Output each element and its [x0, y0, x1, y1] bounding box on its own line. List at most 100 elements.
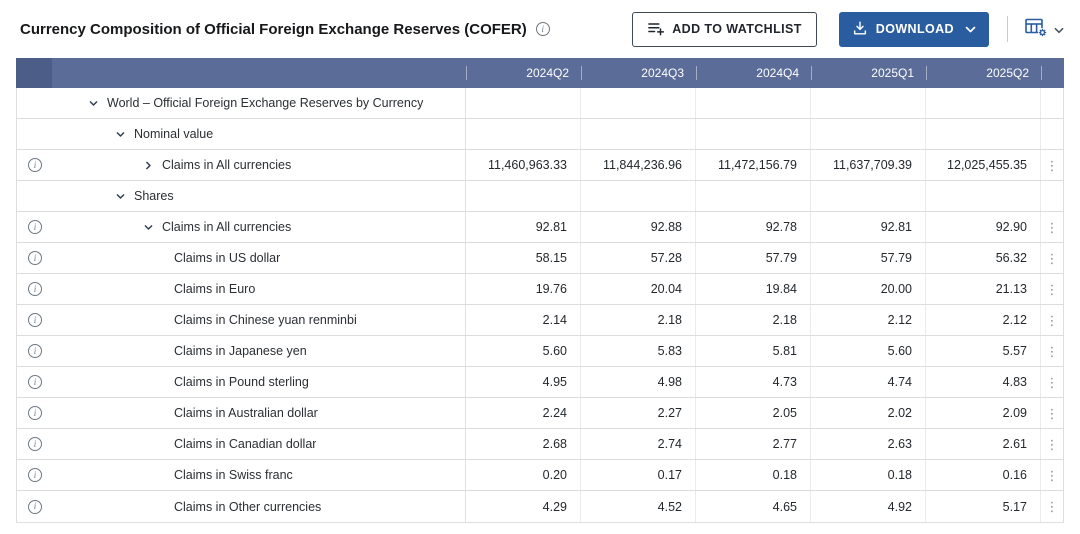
table-row: Claims in Pound sterling 4.954.984.734.7…: [17, 367, 1063, 398]
expander-chevron-icon[interactable]: [142, 160, 154, 171]
row-label: Claims in US dollar: [174, 251, 280, 265]
row-info-cell: [17, 305, 53, 335]
download-button[interactable]: DOWNLOAD: [839, 12, 989, 47]
value-cell: 5.57: [926, 336, 1041, 366]
info-icon[interactable]: [28, 251, 42, 265]
value-cell: 0.17: [581, 460, 696, 490]
cofer-page: Currency Composition of Official Foreign…: [0, 0, 1080, 523]
cofer-table: 2024Q22024Q32024Q42025Q12025Q2 World – O…: [16, 58, 1064, 523]
value-cell: 2.63: [811, 429, 926, 459]
value-cell: 11,637,709.39: [811, 150, 926, 180]
header-info-column: [16, 58, 52, 88]
kebab-menu-icon[interactable]: [1044, 159, 1061, 172]
info-icon[interactable]: [28, 282, 42, 296]
kebab-menu-icon[interactable]: [1044, 407, 1061, 420]
info-icon[interactable]: [28, 406, 42, 420]
add-to-watchlist-button[interactable]: ADD TO WATCHLIST: [632, 12, 817, 47]
row-menu-cell: [1041, 150, 1063, 180]
add-to-watchlist-label: ADD TO WATCHLIST: [672, 22, 802, 36]
title-wrap: Currency Composition of Official Foreign…: [20, 21, 550, 38]
info-icon[interactable]: [28, 500, 42, 514]
info-icon[interactable]: [28, 313, 42, 327]
value-cell: 2.24: [466, 398, 581, 428]
value-cell: [811, 88, 926, 118]
info-icon[interactable]: [28, 220, 42, 234]
row-info-cell: [17, 429, 53, 459]
chevron-down-icon: [965, 22, 976, 36]
info-icon[interactable]: [28, 344, 42, 358]
value-cell: 92.90: [926, 212, 1041, 242]
kebab-menu-icon[interactable]: [1044, 252, 1061, 265]
value-cell: 5.60: [811, 336, 926, 366]
row-menu-cell: [1041, 429, 1063, 459]
info-icon[interactable]: [28, 468, 42, 482]
table-row: Claims in Japanese yen 5.605.835.815.605…: [17, 336, 1063, 367]
table-row: Claims in Chinese yuan renminbi 2.142.18…: [17, 305, 1063, 336]
kebab-menu-icon[interactable]: [1044, 469, 1061, 482]
row-info-cell: [17, 491, 53, 522]
value-cell: 2.12: [811, 305, 926, 335]
value-cell: 20.04: [581, 274, 696, 304]
page-title: Currency Composition of Official Foreign…: [20, 21, 527, 38]
value-cell: [581, 181, 696, 211]
row-info-cell: [17, 181, 53, 211]
kebab-menu-icon[interactable]: [1044, 500, 1061, 513]
row-menu-cell: [1041, 274, 1063, 304]
value-cell: [466, 181, 581, 211]
title-info-icon[interactable]: [536, 22, 550, 36]
chevron-down-icon: [1054, 22, 1064, 37]
table-settings-button[interactable]: [1022, 15, 1066, 43]
table-row: Claims in Swiss franc 0.200.170.180.180.…: [17, 460, 1063, 491]
row-menu-cell: [1041, 491, 1063, 522]
value-cell: 21.13: [926, 274, 1041, 304]
header-menu-column: [1042, 58, 1064, 88]
kebab-menu-icon[interactable]: [1044, 221, 1061, 234]
value-cell: [926, 88, 1041, 118]
value-cell: 11,844,236.96: [581, 150, 696, 180]
value-cell: 4.73: [696, 367, 811, 397]
kebab-menu-icon[interactable]: [1044, 345, 1061, 358]
value-cell: 2.18: [696, 305, 811, 335]
value-cell: 2.68: [466, 429, 581, 459]
kebab-menu-icon[interactable]: [1044, 314, 1061, 327]
toolbar-divider: [1007, 16, 1008, 42]
row-menu-cell: [1041, 243, 1063, 273]
value-cell: 2.77: [696, 429, 811, 459]
kebab-menu-icon[interactable]: [1044, 438, 1061, 451]
row-label-cell: Claims in Pound sterling: [53, 367, 466, 397]
expander-chevron-icon[interactable]: [114, 129, 126, 140]
header-actions: ADD TO WATCHLIST DOWNLOAD: [632, 12, 1066, 47]
row-info-cell: [17, 150, 53, 180]
row-menu-cell: [1041, 305, 1063, 335]
value-cell: 4.98: [581, 367, 696, 397]
expander-chevron-icon[interactable]: [142, 222, 154, 233]
value-cell: 4.74: [811, 367, 926, 397]
column-header: 2025Q2: [927, 58, 1042, 88]
value-cell: 57.28: [581, 243, 696, 273]
expander-chevron-icon[interactable]: [114, 191, 126, 202]
value-cell: 5.60: [466, 336, 581, 366]
kebab-menu-icon[interactable]: [1044, 376, 1061, 389]
value-cell: [926, 181, 1041, 211]
info-icon[interactable]: [28, 437, 42, 451]
row-label: Claims in Australian dollar: [174, 406, 318, 420]
value-cell: [811, 119, 926, 149]
row-label: Claims in Euro: [174, 282, 255, 296]
column-header: 2025Q1: [812, 58, 927, 88]
kebab-menu-icon[interactable]: [1044, 283, 1061, 296]
info-icon[interactable]: [28, 158, 42, 172]
row-label: Claims in All currencies: [162, 220, 291, 234]
value-cell: 0.20: [466, 460, 581, 490]
row-info-cell: [17, 212, 53, 242]
table-row: Claims in Other currencies 4.294.524.654…: [17, 491, 1063, 522]
row-label: Claims in Swiss franc: [174, 468, 293, 482]
table-row: Nominal value: [17, 119, 1063, 150]
row-info-cell: [17, 119, 53, 149]
expander-chevron-icon[interactable]: [87, 98, 99, 109]
value-cell: 58.15: [466, 243, 581, 273]
info-icon[interactable]: [28, 375, 42, 389]
row-label-cell: Claims in Chinese yuan renminbi: [53, 305, 466, 335]
row-label-cell: Nominal value: [53, 119, 466, 149]
column-header: 2024Q3: [582, 58, 697, 88]
table-row: Shares: [17, 181, 1063, 212]
